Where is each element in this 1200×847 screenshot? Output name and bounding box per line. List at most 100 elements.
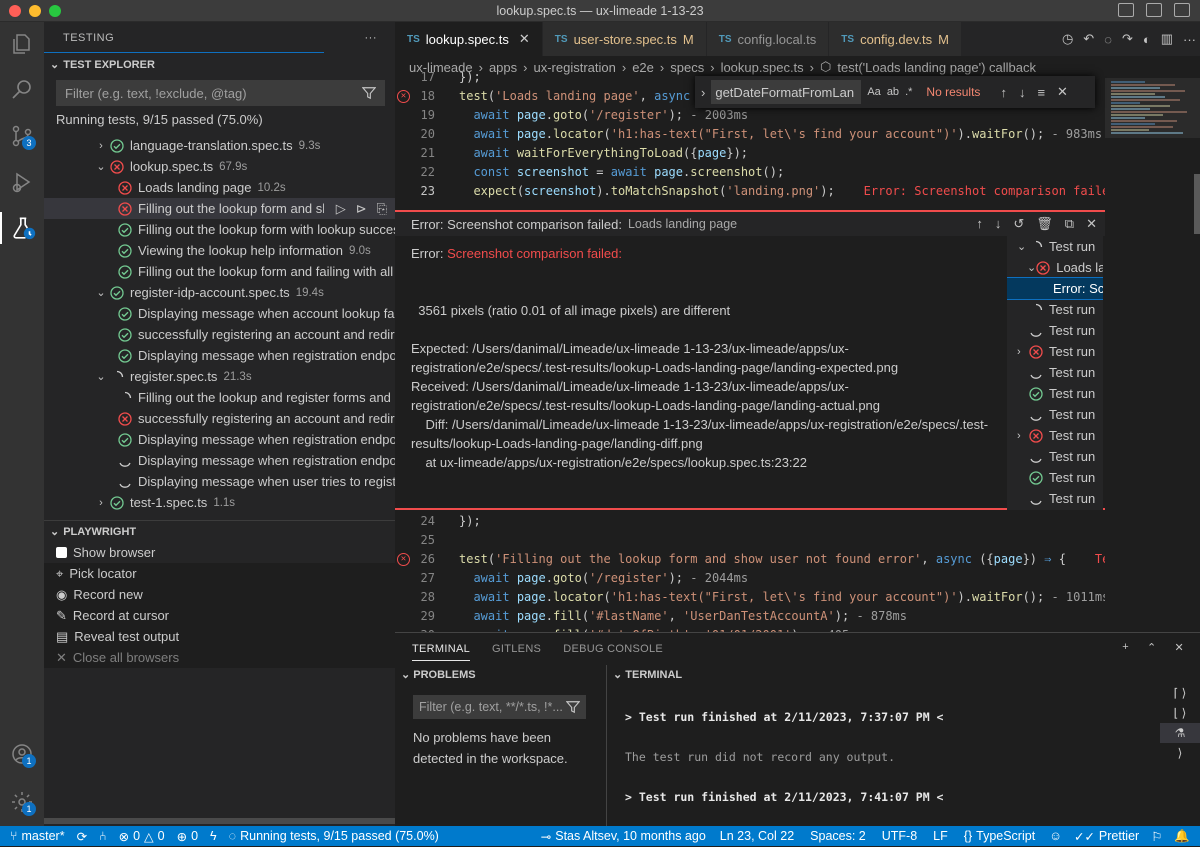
code-line[interactable]: ✕ 26 test('Filling out the lookup form and… — [395, 550, 1182, 569]
test-item[interactable]: Displaying message when account lookup f… — [44, 303, 395, 324]
toggle-secondary-sidebar-icon[interactable] — [1174, 3, 1190, 17]
horizontal-scrollbar[interactable] — [44, 818, 395, 824]
peek-tree-item[interactable]: Test run — [1007, 467, 1103, 488]
chevron-down-icon[interactable]: ⌄ — [94, 160, 108, 173]
code-line[interactable]: 22 const screenshot = await page.screens… — [395, 163, 1105, 182]
chevron-right-icon[interactable]: › — [94, 497, 108, 509]
test-running-status[interactable]: ◌ Running tests, 9/15 passed (75.0%) — [223, 829, 445, 843]
chevron-right-icon[interactable]: › — [94, 140, 108, 152]
peek-tree-item[interactable]: › Test run — [1007, 425, 1103, 446]
close-all-browsers-button[interactable]: ✕ Close all browsers — [44, 647, 395, 668]
code-line[interactable]: 28 await page.locator('h1:has-text("Firs… — [395, 588, 1110, 607]
explorer-icon[interactable] — [6, 28, 38, 60]
test-filter-input[interactable]: Filter (e.g. text, !exclude, @tag) — [56, 80, 385, 106]
peek-tree-item[interactable]: Test run — [1007, 362, 1103, 383]
tab-terminal[interactable]: TERMINAL — [412, 643, 471, 661]
test-item[interactable]: › test-1.spec.ts 1.1s — [44, 492, 395, 513]
gitlens-icon[interactable]: ◐ — [1143, 32, 1151, 47]
tab-config-dev-ts[interactable]: TS config.dev.ts M — [829, 22, 962, 56]
record-at-cursor-button[interactable]: ✎ Record at cursor — [44, 605, 395, 626]
reveal-test-output-button[interactable]: ▤ Reveal test output — [44, 626, 395, 647]
terminal-view[interactable]: ⌄ TERMINAL > Test run finished at 2/11/2… — [607, 665, 1160, 844]
lightning-icon[interactable]: ϟ — [204, 829, 223, 843]
close-find-icon[interactable]: ✕ — [1057, 84, 1068, 100]
history-icon[interactable]: ↺ — [1013, 216, 1024, 232]
feedback-icon[interactable]: ⚐ — [1145, 829, 1168, 844]
live-share-icon[interactable]: ☺ — [1043, 829, 1068, 843]
test-item[interactable]: ⌄ register.spec.ts 21.3s — [44, 366, 395, 387]
test-item[interactable]: › language-translation.spec.ts 9.3s — [44, 135, 395, 156]
ports-status[interactable]: ⊕ 0 — [171, 829, 204, 844]
test-item[interactable]: Displaying message when registration end… — [44, 450, 395, 471]
pick-locator-button[interactable]: ⌖ Pick locator — [44, 563, 395, 584]
toggle-panel-icon[interactable] — [1146, 3, 1162, 17]
git-blame-status[interactable]: ⊸ Stas Altsev, 10 months ago — [535, 829, 712, 844]
peek-tree-item[interactable]: Test run — [1007, 299, 1103, 320]
test-item[interactable]: Filling out the lookup form and failing … — [44, 261, 395, 282]
toggle-replace-icon[interactable]: › — [701, 85, 705, 100]
whole-word-icon[interactable]: ab — [887, 86, 899, 98]
playwright-header[interactable]: ⌄ PLAYWRIGHT — [44, 521, 136, 543]
sync-icon[interactable]: ⟳ — [71, 829, 93, 844]
source-control-icon[interactable]: 3 — [6, 120, 38, 152]
gear-icon[interactable]: 1 — [6, 786, 38, 818]
regex-icon[interactable]: .* — [905, 86, 912, 98]
minimap[interactable] — [1105, 78, 1200, 632]
debug-test-icon[interactable]: ⊳ — [356, 201, 367, 217]
open-editor-icon[interactable]: ⧉ — [1065, 216, 1074, 232]
code-line[interactable]: 19 await page.goto('/register'); - 2003m… — [395, 106, 1105, 125]
cursor-position[interactable]: Ln 23, Col 22 — [712, 829, 802, 843]
run-debug-icon[interactable] — [6, 166, 38, 198]
problems-status[interactable]: ⊗ 0 △ 0 — [113, 829, 171, 844]
gitlens-graph-icon[interactable]: ⑃ — [93, 829, 113, 843]
test-item[interactable]: successfully registering an account and … — [44, 408, 395, 429]
close-tab-icon[interactable]: ✕ — [519, 31, 530, 47]
code-line[interactable]: 29 await page.fill('#lastName', 'UserDan… — [395, 607, 1105, 626]
tab-gitlens[interactable]: GITLENS — [492, 643, 541, 655]
arrow-up-icon[interactable]: ↑ — [976, 216, 983, 232]
code-line[interactable]: 21 await waitForEverythingToLoad({page})… — [395, 144, 1105, 163]
tab-user-store-spec-ts[interactable]: TS user-store.spec.ts M — [542, 22, 707, 56]
code-line[interactable]: 25 — [395, 531, 1105, 550]
error-marker-icon[interactable]: ✕ — [397, 553, 410, 566]
test-item[interactable]: Displaying message when registration end… — [44, 429, 395, 450]
maximize-panel-icon[interactable]: ⌃ — [1147, 641, 1157, 654]
test-item[interactable]: successfully registering an account and … — [44, 324, 395, 345]
terminal-icon[interactable]: ⟩ — [1160, 743, 1200, 763]
peek-tree-item[interactable]: ⌄ Loads landing page — [1007, 257, 1103, 278]
branch-status[interactable]: ⑂ master* — [0, 829, 71, 843]
close-icon[interactable]: ✕ — [1086, 216, 1097, 232]
prettier-status[interactable]: ✓✓ Prettier — [1068, 829, 1145, 844]
accounts-icon[interactable]: 1 — [6, 738, 38, 770]
tab-debug-console[interactable]: DEBUG CONSOLE — [563, 643, 663, 655]
test-item[interactable]: Displaying message when registration end… — [44, 345, 395, 366]
test-item[interactable]: Displaying message when user tries to re… — [44, 471, 395, 492]
go-back-icon[interactable]: ↶ — [1083, 31, 1094, 47]
test-item[interactable]: ⌄ lookup.spec.ts 67.9s — [44, 156, 395, 177]
go-to-test-icon[interactable]: ⎘ — [377, 201, 387, 217]
peek-tree-item[interactable]: Test run — [1007, 320, 1103, 341]
test-item[interactable]: Viewing the lookup help information 9.0s — [44, 240, 395, 261]
next-match-icon[interactable]: ↓ — [1019, 85, 1026, 100]
tab-config-local-ts[interactable]: TS config.local.ts — [706, 22, 830, 56]
add-terminal-icon[interactable]: + — [1122, 641, 1129, 654]
test-item[interactable]: Filling out the lookup form and show use… — [44, 198, 395, 219]
find-input[interactable]: getDateFormatFromLan — [711, 80, 862, 104]
test-item[interactable]: Filling out the lookup form with lookup … — [44, 219, 395, 240]
peek-tree-item[interactable]: Test run — [1007, 488, 1103, 509]
testing-icon[interactable] — [0, 212, 44, 244]
chevron-down-icon[interactable]: ⌄ — [94, 370, 108, 383]
eol-status[interactable]: LF — [925, 829, 956, 843]
close-panel-icon[interactable]: ✕ — [1174, 641, 1184, 654]
terminal-output[interactable]: > Test run finished at 2/11/2023, 7:37:0… — [607, 687, 1160, 847]
test-explorer-header[interactable]: ⌄ TEST EXPLORER — [44, 54, 395, 76]
notifications-icon[interactable]: 🔔 — [1168, 829, 1200, 844]
terminal-icon[interactable]: ⌊ ⟩ — [1160, 703, 1200, 723]
peek-tree-item[interactable]: › Test run — [1007, 341, 1103, 362]
search-icon[interactable] — [6, 74, 38, 106]
encoding-status[interactable]: UTF-8 — [874, 829, 925, 843]
test-item[interactable]: Loads landing page 10.2s — [44, 177, 395, 198]
find-in-selection-icon[interactable]: ≡ — [1037, 85, 1045, 100]
show-browser-checkbox[interactable]: Show browser — [44, 542, 395, 563]
go-forward-icon[interactable]: ↷ — [1122, 31, 1133, 47]
